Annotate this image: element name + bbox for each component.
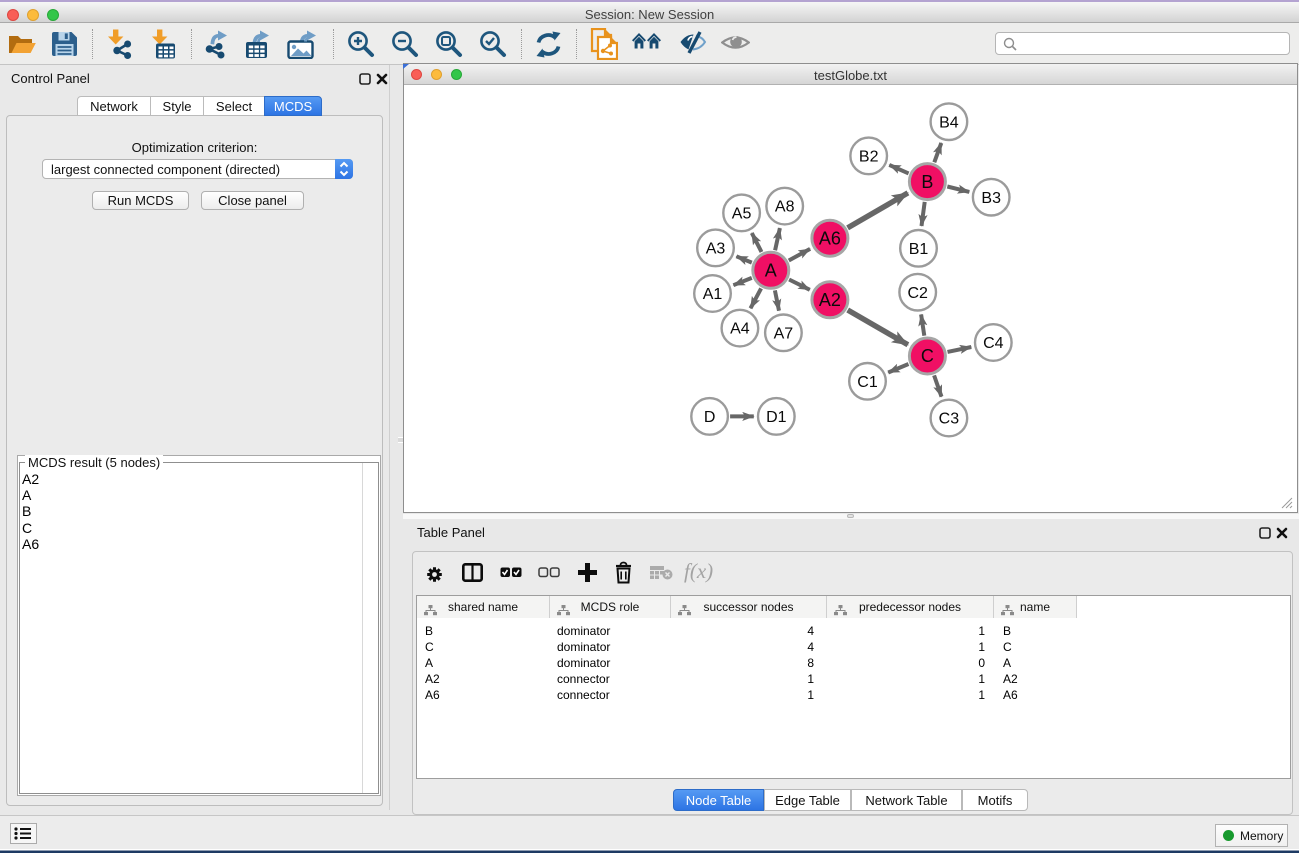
svg-text:A: A	[765, 261, 777, 281]
svg-text:A5: A5	[732, 206, 752, 223]
svg-text:B1: B1	[909, 241, 929, 258]
svg-text:C4: C4	[983, 335, 1004, 352]
svg-text:A6: A6	[819, 228, 841, 248]
svg-text:B4: B4	[939, 114, 959, 131]
svg-text:C2: C2	[907, 285, 928, 302]
svg-text:A1: A1	[703, 286, 723, 303]
svg-text:A3: A3	[706, 241, 726, 258]
svg-text:B2: B2	[859, 149, 879, 166]
svg-text:A2: A2	[819, 290, 841, 310]
svg-text:D1: D1	[766, 409, 787, 426]
svg-text:C1: C1	[857, 374, 878, 391]
svg-text:C: C	[921, 346, 934, 366]
svg-text:D: D	[704, 409, 716, 426]
svg-text:A8: A8	[775, 199, 795, 216]
svg-text:A4: A4	[730, 321, 750, 338]
svg-text:A7: A7	[774, 325, 794, 342]
svg-text:C3: C3	[939, 411, 960, 428]
svg-text:B3: B3	[981, 190, 1001, 207]
svg-text:B: B	[921, 172, 933, 192]
